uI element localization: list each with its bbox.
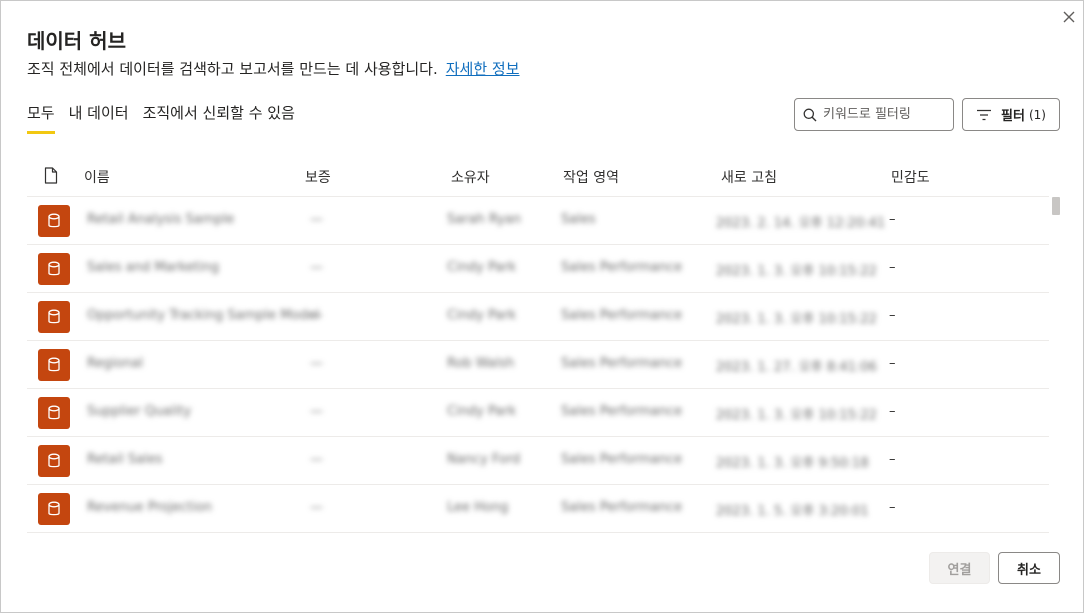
scroll-thumb[interactable] [1052, 197, 1060, 215]
row-endorsement: — [310, 500, 323, 515]
dataset-icon [38, 301, 70, 333]
column-refreshed[interactable]: 새로 고침 [721, 167, 777, 187]
row-sensitivity: – [889, 500, 896, 515]
dataset-icon [38, 205, 70, 237]
row-endorsement: — [310, 452, 323, 467]
list-scrollbar[interactable] [1049, 197, 1063, 535]
search-icon [803, 108, 817, 121]
row-workspace: Sales Performance [561, 452, 683, 467]
filter-count: (1) [1028, 107, 1046, 122]
row-workspace: Sales Performance [561, 356, 683, 371]
filter-button[interactable]: 필터 (1) [962, 98, 1060, 131]
search-box[interactable] [794, 98, 954, 131]
subtitle-text: 조직 전체에서 데이터를 검색하고 보고서를 만드는 데 사용합니다. [27, 60, 438, 78]
row-refreshed: 2023. 1. 5. 오후 3:20:01 [716, 504, 869, 519]
row-sensitivity: – [889, 308, 896, 323]
row-owner: Nancy Ford [447, 452, 521, 467]
dataset-icon [38, 493, 70, 525]
row-sensitivity: – [889, 452, 896, 467]
row-workspace: Sales Performance [561, 404, 683, 419]
column-workspace[interactable]: 작업 영역 [563, 167, 619, 187]
row-owner: Cindy Park [447, 308, 517, 323]
column-name[interactable]: 이름 [84, 167, 110, 187]
dialog-title: 데이터 허브 [27, 29, 126, 53]
row-refreshed: 2023. 1. 3. 오후 10:15:22 [716, 264, 877, 279]
tab-all[interactable]: 모두 [27, 102, 55, 134]
row-sensitivity: – [889, 212, 896, 227]
row-refreshed: 2023. 1. 27. 오후 8:41:06 [716, 360, 877, 375]
learn-more-link[interactable]: 자세한 정보 [446, 60, 520, 78]
row-name: Retail Analysis Sample [87, 212, 235, 227]
row-refreshed: 2023. 2. 14. 오후 12:20:41 [716, 216, 886, 231]
row-owner: Cindy Park [447, 404, 517, 419]
row-sensitivity: – [889, 356, 896, 371]
connect-button[interactable]: 연결 [929, 552, 990, 584]
row-owner: Rob Walsh [447, 356, 515, 371]
column-owner[interactable]: 소유자 [451, 167, 490, 187]
table-row[interactable]: Regional — Rob Walsh Sales Performance 2… [27, 341, 1049, 389]
row-endorsement: — [310, 212, 323, 227]
table-row[interactable]: Sales and Marketing — Cindy Park Sales P… [27, 245, 1049, 293]
row-workspace: Sales Performance [561, 260, 683, 275]
data-hub-dialog: 데이터 허브 조직 전체에서 데이터를 검색하고 보고서를 만드는 데 사용합니… [0, 0, 1084, 613]
row-workspace: Sales [561, 212, 596, 227]
tab-my-data[interactable]: 내 데이터 [69, 102, 129, 134]
row-refreshed: 2023. 1. 3. 오후 10:15:22 [716, 312, 877, 327]
tab-trusted-in-org[interactable]: 조직에서 신뢰할 수 있음 [143, 102, 295, 134]
row-workspace: Sales Performance [561, 500, 683, 515]
search-input[interactable] [823, 107, 941, 122]
row-name: Opportunity Tracking Sample Model [87, 308, 320, 323]
close-button[interactable] [1059, 7, 1079, 27]
filter-label: 필터 [1001, 109, 1025, 124]
dataset-icon [38, 397, 70, 429]
row-owner: Sarah Ryan [447, 212, 522, 227]
table-row[interactable]: Supplier Quality — Cindy Park Sales Perf… [27, 389, 1049, 437]
table-row[interactable]: Retail Sales — Nancy Ford Sales Performa… [27, 437, 1049, 485]
cancel-button[interactable]: 취소 [998, 552, 1060, 584]
dataset-icon [38, 349, 70, 381]
row-workspace: Sales Performance [561, 308, 683, 323]
filter-icon [977, 109, 992, 120]
table-row[interactable]: Retail Analysis Sample — Sarah Ryan Sale… [27, 197, 1049, 245]
dialog-subtitle: 조직 전체에서 데이터를 검색하고 보고서를 만드는 데 사용합니다. 자세한 정… [27, 58, 520, 79]
tab-list: 모두 내 데이터 조직에서 신뢰할 수 있음 [27, 102, 309, 134]
document-icon [44, 167, 58, 184]
column-sensitivity[interactable]: 민감도 [891, 167, 930, 187]
table-row[interactable]: Revenue Projection — Lee Hong Sales Perf… [27, 485, 1049, 533]
row-endorsement: — [310, 404, 323, 419]
dataset-icon [38, 253, 70, 285]
row-name: Regional [87, 356, 144, 371]
row-endorsement: — [310, 308, 323, 323]
row-owner: Cindy Park [447, 260, 517, 275]
row-owner: Lee Hong [447, 500, 509, 515]
dataset-list: Retail Analysis Sample — Sarah Ryan Sale… [27, 197, 1049, 535]
row-sensitivity: – [889, 260, 896, 275]
table-row[interactable]: Opportunity Tracking Sample Model — Cind… [27, 293, 1049, 341]
column-endorsement[interactable]: 보증 [305, 167, 331, 187]
close-icon [1063, 11, 1075, 23]
row-sensitivity: – [889, 404, 896, 419]
row-name: Retail Sales [87, 452, 163, 467]
dataset-icon [38, 445, 70, 477]
table-header: 이름 보증 소유자 작업 영역 새로 고침 민감도 [27, 156, 1049, 197]
row-name: Sales and Marketing [87, 260, 220, 275]
row-endorsement: — [310, 356, 323, 371]
row-endorsement: — [310, 260, 323, 275]
row-refreshed: 2023. 1. 3. 오후 9:50:18 [716, 456, 869, 471]
row-refreshed: 2023. 1. 3. 오후 10:15:22 [716, 408, 877, 423]
row-name: Supplier Quality [87, 404, 192, 419]
row-name: Revenue Projection [87, 500, 213, 515]
